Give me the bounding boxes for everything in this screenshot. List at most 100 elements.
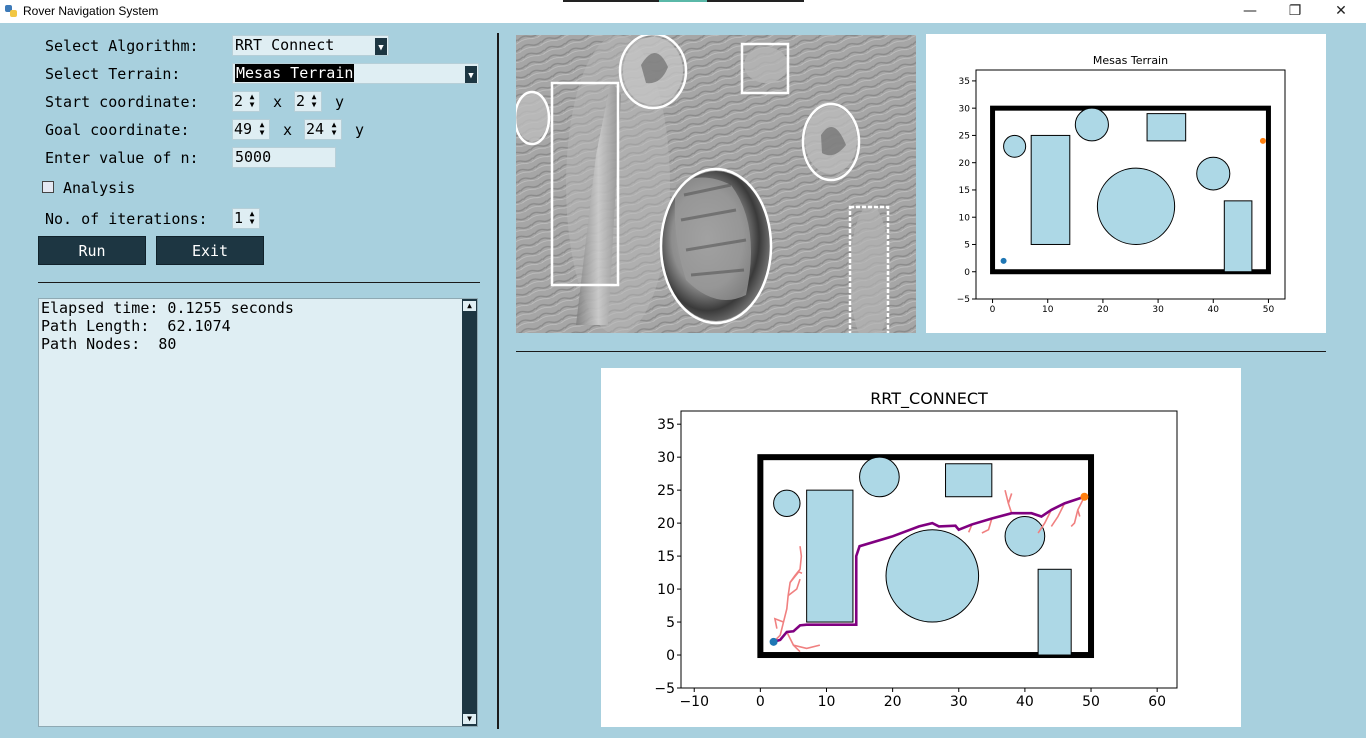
run-button[interactable]: Run	[38, 236, 146, 265]
y-tick-label: 0	[666, 648, 675, 664]
obstacle-rect	[945, 463, 993, 498]
x-tick-label: 30	[1152, 305, 1164, 315]
obstacle-circle	[1096, 167, 1176, 245]
y-tick-label: 20	[959, 159, 971, 169]
terrain-label: Select Terrain:	[45, 65, 181, 83]
y-tick-label: 35	[959, 77, 970, 87]
spin-arrows-icon[interactable]: ▲ ▼	[328, 121, 340, 138]
path-plot: RRT_CONNECT −10 0 10 20 30 40 50 60 −5 0 5 10 15 20 25 3…	[654, 389, 1178, 710]
n-input[interactable]: 5000	[232, 147, 336, 168]
scroll-down-icon[interactable]: ▼	[463, 714, 476, 724]
x-tick-label: 40	[1208, 305, 1220, 315]
terrain-plot-panel: Mesas Terrain 0 10 20 30 40 50 −5 0 5 10 15 20 25 30 35	[926, 34, 1326, 333]
spin-arrows-icon[interactable]: ▲ ▼	[256, 121, 268, 138]
spin-arrows-icon[interactable]: ▲ ▼	[308, 93, 320, 110]
obstacle-circle	[885, 529, 980, 623]
window-title: Rover Navigation System	[23, 4, 159, 18]
y-tick-label: −5	[654, 681, 675, 697]
start-label: Start coordinate:	[45, 93, 199, 111]
start-point	[769, 637, 778, 646]
analysis-checkbox[interactable]	[42, 181, 54, 193]
obstacle-circle	[1196, 156, 1231, 191]
y-tick-label: −5	[957, 295, 970, 305]
obstacle-circle	[1003, 134, 1027, 158]
y-tick-label: 35	[657, 417, 675, 433]
goal-y-value: 24	[306, 120, 325, 138]
plot-title: Mesas Terrain	[1093, 54, 1168, 67]
spin-arrows-icon[interactable]: ▲ ▼	[246, 210, 258, 227]
output-scrollbar[interactable]: ▲ ▼	[462, 299, 477, 726]
x-tick-label: −10	[679, 694, 709, 710]
obstacle-circle	[1004, 516, 1046, 557]
x-separator: x	[273, 93, 283, 111]
y-tick-label: 25	[959, 132, 970, 142]
goal-point	[1259, 137, 1266, 144]
close-button[interactable]: ✕	[1318, 0, 1364, 23]
x-tick-label: 20	[1097, 305, 1109, 315]
obstacle-circle	[1074, 107, 1109, 142]
y-tick-label: 15	[959, 186, 970, 196]
x-tick-label: 30	[950, 694, 968, 710]
n-label: Enter value of n:	[45, 149, 199, 167]
obstacle-rect	[1146, 113, 1187, 142]
scroll-up-icon[interactable]: ▲	[463, 301, 476, 311]
x-tick-label: 10	[1042, 305, 1054, 315]
x-tick-label: 40	[1016, 694, 1034, 710]
x-tick-label: 0	[990, 305, 996, 315]
y-tick-label: 5	[964, 241, 970, 251]
dropdown-arrow-icon[interactable]: ▼	[375, 38, 387, 55]
dropdown-arrow-icon[interactable]: ▼	[465, 66, 477, 83]
start-x-value: 2	[234, 92, 244, 110]
goal-y-spinbox[interactable]: 24 ▲ ▼	[304, 119, 342, 140]
y-tick-label: 10	[959, 213, 971, 223]
iterations-value: 1	[234, 209, 244, 227]
iterations-spinbox[interactable]: 1 ▲ ▼	[232, 208, 260, 229]
output-line: Path Nodes: 80	[41, 335, 177, 353]
goal-x-value: 49	[234, 120, 253, 138]
output-line: Path Length: 62.1074	[41, 317, 231, 335]
output-textbox[interactable]: Elapsed time: 0.1255 seconds Path Length…	[38, 298, 478, 727]
terrain-value: Mesas Terrain	[235, 64, 355, 82]
terrain-image	[516, 35, 916, 333]
obstacle-circle	[859, 456, 900, 498]
iterations-label: No. of iterations:	[45, 210, 208, 228]
y-tick-label: 0	[964, 268, 970, 278]
goal-point	[1080, 492, 1089, 501]
start-y-spinbox[interactable]: 2 ▲ ▼	[294, 91, 322, 112]
output-line: Elapsed time: 0.1255 seconds	[41, 299, 294, 317]
algorithm-label: Select Algorithm:	[45, 37, 199, 55]
taskbar-indicator-active	[659, 0, 707, 2]
exit-button[interactable]: Exit	[156, 236, 264, 265]
y-tick-label: 30	[959, 104, 971, 114]
start-x-spinbox[interactable]: 2 ▲ ▼	[232, 91, 260, 112]
obstacle-circle	[773, 489, 801, 518]
y-tick-label: 30	[657, 450, 675, 466]
x-tick-label: 20	[884, 694, 902, 710]
obstacle-rect	[1030, 134, 1071, 245]
algorithm-select[interactable]: RRT Connect ▼	[232, 35, 389, 56]
x-tick-label: 0	[756, 694, 765, 710]
y-tick-label: 5	[666, 615, 675, 631]
y-tick-label: 15	[657, 549, 675, 565]
spin-arrows-icon[interactable]: ▲ ▼	[246, 93, 258, 110]
taskbar-indicator	[707, 0, 804, 2]
right-divider	[516, 351, 1326, 352]
y-suffix: y	[355, 121, 365, 139]
title-bar: Rover Navigation System — ❐ ✕	[0, 0, 1366, 23]
obstacle-rect	[1223, 200, 1253, 273]
python-app-icon	[5, 5, 17, 17]
minimize-button[interactable]: —	[1227, 0, 1273, 23]
restore-button[interactable]: ❐	[1272, 0, 1318, 23]
x-tick-label: 50	[1263, 305, 1275, 315]
y-suffix: y	[335, 93, 345, 111]
terrain-select[interactable]: Mesas Terrain ▼	[232, 63, 479, 84]
x-tick-label: 10	[818, 694, 836, 710]
y-tick-label: 10	[657, 582, 675, 598]
vertical-divider	[497, 33, 499, 729]
goal-x-spinbox[interactable]: 49 ▲ ▼	[232, 119, 270, 140]
x-tick-label: 50	[1082, 694, 1100, 710]
goal-label: Goal coordinate:	[45, 121, 190, 139]
analysis-label: Analysis	[63, 179, 136, 197]
terrain-plot: Mesas Terrain 0 10 20 30 40 50 −5 0 5 10 15 20 25 30 35	[957, 54, 1286, 315]
algorithm-value: RRT Connect	[235, 36, 335, 54]
